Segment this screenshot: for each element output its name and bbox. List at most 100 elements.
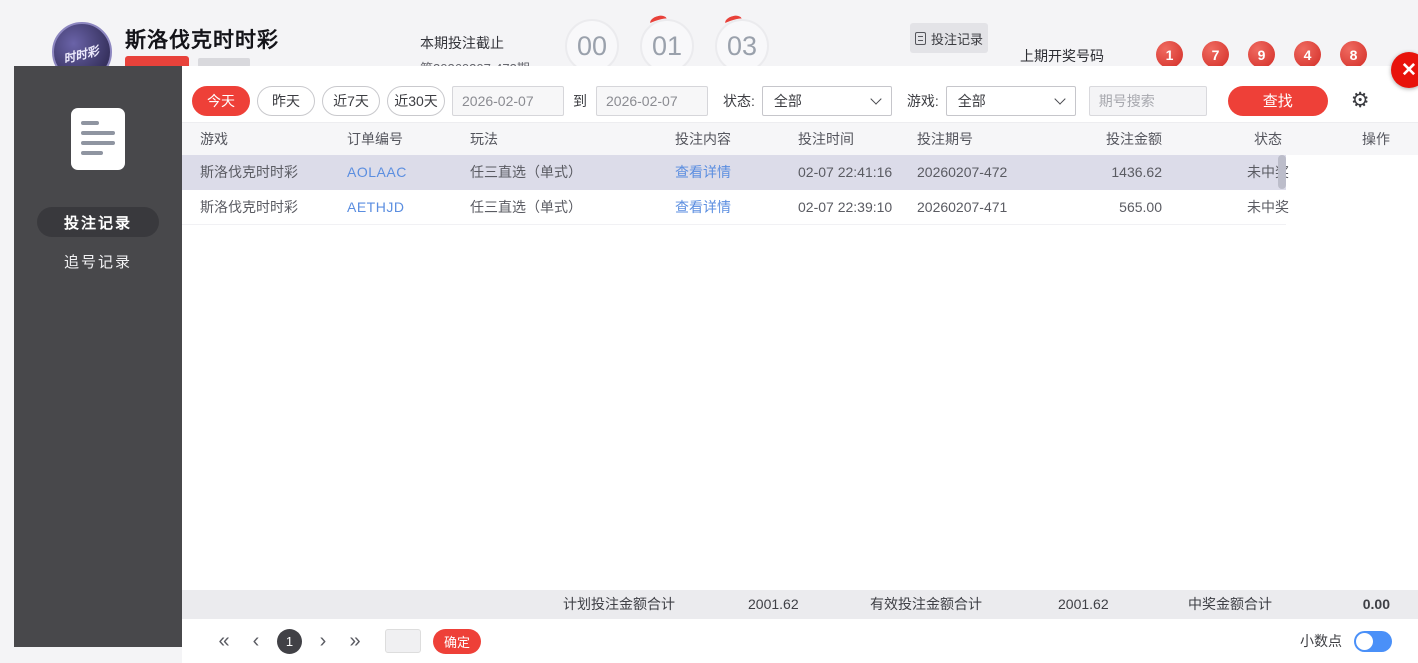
- vertical-scrollbar-thumb[interactable]: [1278, 155, 1286, 189]
- cell-order-link[interactable]: AOLAAC: [347, 155, 407, 190]
- cell-order-link[interactable]: AETHJD: [347, 190, 404, 225]
- valid-total-value: 2001.62: [1058, 596, 1109, 612]
- countdown-seconds-value: 03: [726, 30, 758, 61]
- decimal-toggle-switch[interactable]: [1354, 630, 1392, 652]
- cell-play: 任三直选（单式）: [470, 164, 582, 180]
- last-draw-label: 上期开奖号码: [1020, 48, 1104, 64]
- page-title: 斯洛伐克时时彩: [125, 29, 279, 52]
- chevron-down-icon: [1054, 92, 1066, 105]
- sidebar-item-chase-records[interactable]: 追号记录: [37, 246, 159, 276]
- cell-status: 未中奖: [1247, 199, 1289, 215]
- draw-ball: 1: [1156, 41, 1183, 66]
- last-page-icon[interactable]: »: [339, 631, 371, 651]
- lottery-logo: 时时彩: [52, 22, 112, 66]
- table-row[interactable]: 斯洛伐克时时彩 AOLAAC 任三直选（单式） 查看详情 02-07 22:41…: [182, 155, 1289, 190]
- chevron-down-icon: [870, 92, 882, 105]
- logo-text: 时时彩: [61, 43, 101, 66]
- cell-game: 斯洛伐克时时彩: [200, 164, 298, 180]
- col-header-order: 订单编号: [347, 131, 403, 147]
- status-select[interactable]: 全部: [761, 85, 892, 116]
- deadline-label: 本期投注截止: [420, 35, 504, 51]
- document-icon: [914, 31, 926, 45]
- cell-amount: 1436.62: [1111, 164, 1162, 180]
- draw-ball: 8: [1340, 41, 1367, 66]
- game-filter-label: 游戏:: [906, 92, 939, 109]
- bet-record-button[interactable]: 投注记录: [910, 23, 988, 53]
- bet-records-modal: 今天 昨天 近7天 近30天 到 状态: 全部 游戏: 全部 查找 ⚙ 游戏 订…: [182, 66, 1418, 663]
- summary-bar: 计划投注金额合计 2001.62 有效投注金额合计 2001.62 中奖金额合计…: [182, 590, 1418, 619]
- col-header-content: 投注内容: [675, 131, 731, 147]
- win-total-value: 0.00: [1362, 596, 1390, 612]
- col-header-time: 投注时间: [798, 131, 854, 147]
- app-screen: 时时彩 斯洛伐克时时彩 本期投注截止 第20260207-473期 00 01 …: [0, 0, 1418, 663]
- bet-record-button-label: 投注记录: [930, 31, 983, 47]
- filter-yesterday-button[interactable]: 昨天: [257, 85, 315, 116]
- filter-bar: 今天 昨天 近7天 近30天 到 状态: 全部 游戏: 全部 查找 ⚙: [182, 66, 1418, 122]
- filter-today-button[interactable]: 今天: [192, 85, 250, 116]
- records-sidebar: 投注记录 追号记录: [14, 66, 182, 647]
- col-header-status: 状态: [1254, 131, 1282, 147]
- countdown-minutes-value: 01: [651, 30, 683, 61]
- countdown-hours: 00: [565, 19, 619, 66]
- current-page-badge[interactable]: 1: [277, 628, 302, 654]
- cell-amount: 565.00: [1119, 199, 1162, 215]
- cell-period: 20260207-472: [917, 164, 1008, 180]
- cell-play: 任三直选（单式）: [470, 199, 582, 215]
- page-jump-input[interactable]: [385, 629, 421, 653]
- search-button[interactable]: 查找: [1227, 85, 1328, 116]
- planned-total-value: 2001.62: [748, 596, 799, 612]
- draw-ball: 9: [1248, 41, 1275, 66]
- date-from-input[interactable]: [452, 85, 564, 116]
- sidebar-item-bet-records[interactable]: 投注记录: [37, 207, 159, 237]
- countdown-minutes: 01: [640, 13, 694, 66]
- cell-view-detail-link[interactable]: 查看详情: [675, 190, 731, 225]
- odds-tab-sliver[interactable]: [198, 58, 250, 66]
- records-document-icon: [71, 108, 125, 170]
- table-header-row: 游戏 订单编号 玩法 投注内容 投注时间 投注期号 投注金额 状态 操作: [182, 122, 1418, 155]
- countdown-hours-value: 00: [576, 30, 608, 61]
- filter-7days-button[interactable]: 近7天: [322, 85, 380, 116]
- filter-30days-button[interactable]: 近30天: [387, 85, 445, 116]
- page-header: 时时彩 斯洛伐克时时彩 本期投注截止 第20260207-473期 00 01 …: [0, 0, 1418, 66]
- decimal-toggle-label: 小数点: [1300, 633, 1342, 649]
- col-header-game: 游戏: [200, 131, 228, 147]
- prev-page-icon[interactable]: ‹: [240, 631, 272, 651]
- deadline-period: 第20260207-473期: [420, 58, 530, 66]
- play-tab-sliver[interactable]: [125, 56, 189, 66]
- toggle-knob: [1356, 632, 1373, 650]
- draw-ball: 7: [1202, 41, 1229, 66]
- next-page-icon[interactable]: ›: [307, 631, 339, 651]
- countdown-timer: 00 01 03: [565, 13, 769, 66]
- countdown-seconds: 03: [715, 13, 769, 66]
- col-header-action: 操作: [1362, 131, 1390, 147]
- col-header-play: 玩法: [470, 131, 498, 147]
- pagination-bar: « ‹ 1 › » 确定 小数点: [182, 619, 1418, 663]
- date-to-input[interactable]: [596, 85, 708, 116]
- col-header-period: 投注期号: [917, 131, 973, 147]
- page-jump-confirm-button[interactable]: 确定: [433, 628, 481, 654]
- countdown-tick-icon: [648, 13, 669, 29]
- game-select-value: 全部: [957, 92, 986, 109]
- cell-time: 02-07 22:41:16: [798, 164, 893, 180]
- draw-ball: 4: [1294, 41, 1321, 66]
- countdown-tick-icon: [723, 13, 744, 29]
- status-select-value: 全部: [773, 92, 802, 109]
- date-range-to-label: 到: [573, 92, 587, 109]
- cell-time: 02-07 22:39:10: [798, 199, 893, 215]
- table-row[interactable]: 斯洛伐克时时彩 AETHJD 任三直选（单式） 查看详情 02-07 22:39…: [182, 190, 1289, 225]
- col-header-amount: 投注金额: [1106, 131, 1162, 147]
- decimal-toggle-group: 小数点: [1300, 630, 1392, 652]
- settings-gear-icon[interactable]: ⚙: [1351, 90, 1370, 111]
- last-draw-numbers: 1 7 9 4 8: [1156, 41, 1367, 66]
- deadline-block: 本期投注截止 第20260207-473期: [420, 33, 530, 66]
- table-body: 斯洛伐克时时彩 AOLAAC 任三直选（单式） 查看详情 02-07 22:41…: [182, 155, 1418, 590]
- period-search-input[interactable]: [1088, 85, 1207, 116]
- game-select[interactable]: 全部: [945, 85, 1076, 116]
- status-filter-label: 状态:: [723, 92, 755, 109]
- cell-game: 斯洛伐克时时彩: [200, 199, 298, 215]
- first-page-icon[interactable]: «: [208, 631, 240, 651]
- cell-status: 未中奖: [1247, 164, 1289, 180]
- valid-total-label: 有效投注金额合计: [870, 596, 982, 612]
- cell-view-detail-link[interactable]: 查看详情: [675, 155, 731, 190]
- planned-total-label: 计划投注金额合计: [563, 596, 675, 612]
